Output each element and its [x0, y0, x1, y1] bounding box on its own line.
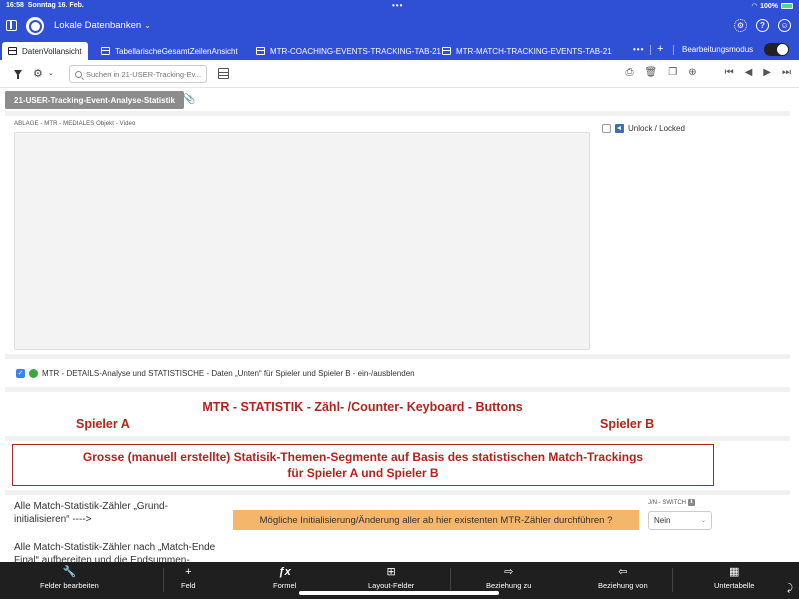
search-input[interactable] [86, 69, 206, 79]
add-tab-button[interactable]: + [657, 43, 663, 55]
tab-tabellarische-ansicht[interactable]: TabellarischeGesamtZeilenAnsicht [95, 42, 244, 60]
search-icon [75, 70, 82, 78]
switch-select[interactable]: Nein ⌄ [648, 511, 712, 530]
arrow-right-icon: ⇨ [504, 566, 514, 578]
spieler-b-label: Spieler B [600, 417, 655, 431]
duplicate-icon[interactable]: ❐ [668, 67, 677, 78]
formula-button[interactable]: ƒx Formel [273, 566, 296, 596]
media-video-field[interactable] [14, 132, 590, 350]
chevron-down-icon[interactable]: ⌄ [48, 69, 54, 77]
edit-mode-toggle[interactable] [764, 43, 789, 56]
download-icon: ⬇ [688, 499, 695, 506]
next-record-icon[interactable]: ▶ [763, 67, 771, 78]
first-record-icon[interactable]: ⏮ [725, 67, 734, 78]
unlock-label: Unlock / Locked [628, 124, 685, 133]
wrench-icon: 🔧 [62, 566, 77, 578]
plus-icon: + [185, 566, 192, 578]
tab-datenvollansicht[interactable]: DatenVollansicht [2, 42, 88, 60]
app-logo[interactable] [26, 17, 44, 35]
corner-curve-icon: ⤸ [787, 583, 793, 594]
multitask-dots[interactable]: ••• [392, 1, 403, 10]
arrow-left-icon: ⇦ [618, 566, 628, 578]
chevron-down-icon: ⌄ [700, 518, 706, 524]
lock-row: Unlock / Locked [602, 124, 685, 133]
record-actions: ⎙ 🗑 ❐ ⊕ ⏮ ◀ ▶ ⏭ [626, 67, 791, 78]
previous-record-icon[interactable]: ◀ [745, 67, 753, 78]
tab-bar: DatenVollansicht TabellarischeGesamtZeil… [0, 40, 799, 60]
tab-divider [650, 45, 651, 55]
spieler-a-label: Spieler A [76, 417, 130, 431]
segment-line-1: Grosse (manuell erstellte) Statisik-Them… [82, 450, 644, 464]
add-record-icon[interactable]: ⊕ [688, 67, 696, 78]
back-arrow-icon [615, 124, 624, 133]
status-time: 16:58 Sonntag 16. Feb. [6, 2, 84, 9]
help-icon[interactable]: ? [756, 19, 769, 32]
divider [5, 436, 790, 441]
init-counters-label: Alle Match-Statistik-Zähler „Grund-initi… [14, 501, 168, 525]
record-toolbar: ⚙ ⌄ ⎙ 🗑 ❐ ⊕ ⏮ ◀ ▶ ⏭ [0, 60, 799, 88]
statistik-segment-box: Grosse (manuell erstellte) Statisik-Them… [12, 444, 714, 486]
wifi-icon: ◠ [751, 3, 758, 10]
account-icon[interactable]: ☺ [778, 19, 791, 32]
unlock-checkbox[interactable] [602, 124, 611, 133]
switch-label: J/N - SWITCH ⬇ [648, 499, 695, 506]
details-toggle-row: ✓ MTR - DETAILS-Analyse und STATISTISCHE… [16, 369, 415, 378]
section-title[interactable]: 21-USER-Tracking-Event-Analyse-Statistik [5, 91, 184, 109]
settings-gear-icon[interactable]: ⚙ [734, 19, 747, 32]
divider [5, 387, 790, 392]
search-field[interactable] [69, 65, 207, 83]
gear-icon[interactable]: ⚙ [33, 67, 43, 80]
table-view-icon [256, 47, 265, 55]
subtable-icon: ▦ [729, 566, 740, 578]
table-view-icon [101, 47, 110, 55]
add-field-button[interactable]: + Feld [181, 566, 196, 596]
form-view-icon [8, 47, 17, 55]
tab-coaching-events[interactable]: MTR-COACHING-EVENTS-TRACKING-TAB-21 [250, 42, 447, 60]
tab-divider [673, 45, 674, 55]
statistik-title: MTR - STATISTIK - Zähl- /Counter- Keyboa… [202, 400, 523, 414]
battery-percent: 100% [760, 2, 778, 10]
segment-line-2: für Spieler A und Spieler B [287, 466, 439, 480]
green-circle-icon [29, 369, 38, 378]
more-tabs-button[interactable]: ••• [633, 45, 644, 54]
divider [5, 111, 790, 116]
details-checkbox[interactable]: ✓ [16, 369, 25, 378]
app-bar-actions: ⚙ ? ☺ [734, 19, 791, 32]
divider [5, 490, 790, 495]
app-bar: Lokale Datenbanken ⌄ ⚙ ? ☺ [0, 12, 799, 40]
status-right: ◠ 100% [752, 2, 793, 10]
details-label: MTR - DETAILS-Analyse und STATISTISCHE -… [42, 369, 415, 378]
formula-icon: ƒx [278, 566, 291, 578]
paperclip-icon[interactable]: 📎 [183, 94, 195, 105]
edit-mode-label: Bearbeitungsmodus [682, 45, 754, 54]
subtable-button[interactable]: ▦ Untertabelle [714, 566, 754, 596]
divider [5, 354, 790, 359]
filter-icon[interactable] [14, 70, 22, 79]
layout-icon: ⊞ [386, 566, 396, 578]
tab-match-tracking-events[interactable]: MTR-MATCH-TRACKING-EVENTS-TAB-21 [436, 42, 618, 60]
last-record-icon[interactable]: ⏭ [782, 67, 791, 78]
home-indicator[interactable] [299, 591, 499, 595]
battery-icon [781, 3, 793, 9]
list-view-icon[interactable] [218, 68, 229, 79]
table-view-icon [442, 47, 451, 55]
chevron-down-icon: ⌄ [144, 21, 151, 30]
media-field-label: ABLAGE - MTR - MEDIALES Objekt - Video [14, 121, 136, 127]
status-bar: 16:58 Sonntag 16. Feb. ••• ◠ 100% [0, 0, 799, 12]
final-counters-label: Alle Match-Statistik-Zähler nach „Match-… [14, 542, 216, 562]
edit-fields-button[interactable]: 🔧 Felder bearbeiten [40, 566, 99, 596]
sidebar-toggle-icon[interactable] [6, 20, 17, 31]
print-icon[interactable]: ⎙ [626, 67, 634, 78]
trash-icon[interactable]: 🗑 [645, 67, 658, 78]
database-selector[interactable]: Lokale Datenbanken ⌄ [54, 20, 151, 31]
init-counters-button[interactable]: Mögliche Initialisierung/Änderung aller … [233, 510, 639, 530]
relation-from-button[interactable]: ⇦ Beziehung von [598, 566, 648, 596]
